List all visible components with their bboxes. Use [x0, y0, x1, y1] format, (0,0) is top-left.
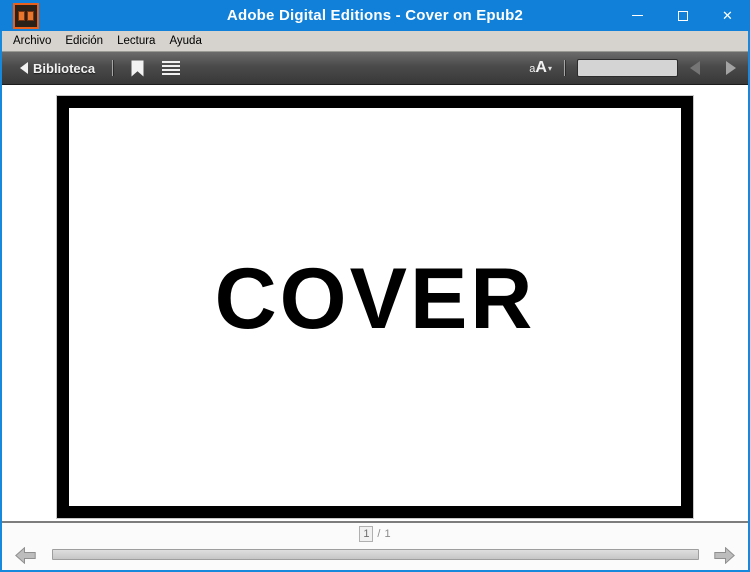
reading-pane: COVER [2, 85, 748, 521]
close-icon: ✕ [722, 8, 733, 23]
font-size-large-a: A [535, 59, 547, 76]
library-back-button[interactable]: Biblioteca [20, 61, 95, 76]
menu-archivo[interactable]: Archivo [6, 33, 58, 49]
menu-lectura[interactable]: Lectura [110, 33, 162, 49]
minimize-button[interactable] [615, 0, 660, 31]
book-cover-page: COVER [57, 96, 693, 518]
app-icon-glyph [27, 10, 34, 21]
app-icon [13, 2, 39, 29]
total-pages-label: 1 [384, 528, 391, 540]
page-separator: / [377, 528, 381, 540]
close-button[interactable]: ✕ [705, 0, 750, 31]
page-scrollbar-track[interactable] [52, 549, 699, 560]
search-input[interactable] [577, 59, 678, 77]
chevron-down-icon: ▾ [547, 64, 552, 73]
table-of-contents-button[interactable] [162, 61, 181, 75]
toolbar-separator [564, 60, 565, 76]
cover-title-text: COVER [214, 250, 536, 347]
page-indicator: / 1 [2, 526, 748, 542]
back-arrow-icon [20, 62, 28, 74]
reading-toolbar: Biblioteca a A ▾ [2, 52, 748, 85]
page-navigation-bar: / 1 [2, 523, 748, 570]
font-size-button[interactable]: a A ▾ [529, 59, 552, 77]
bookmark-icon [131, 60, 144, 76]
bookmark-button[interactable] [131, 60, 144, 77]
menu-edicion[interactable]: Edición [58, 33, 110, 49]
seek-row [2, 545, 748, 565]
maximize-button[interactable] [660, 0, 705, 31]
toc-icon [162, 61, 181, 63]
next-page-button[interactable] [714, 547, 735, 564]
previous-page-button[interactable] [15, 547, 36, 564]
toolbar-separator [112, 60, 114, 76]
title-bar: Adobe Digital Editions - Cover on Epub2 … [0, 0, 750, 31]
page-scrollbar-thumb[interactable] [53, 550, 698, 559]
menu-ayuda[interactable]: Ayuda [162, 33, 208, 49]
app-icon-glyph [18, 10, 25, 21]
search-previous-button[interactable] [690, 61, 700, 75]
window-controls: ✕ [615, 0, 750, 31]
maximize-icon [677, 10, 688, 21]
current-page-input[interactable] [359, 526, 374, 542]
library-back-label: Biblioteca [33, 60, 96, 76]
minimize-icon [632, 15, 643, 16]
search-next-button[interactable] [726, 61, 736, 75]
menu-bar: Archivo Edición Lectura Ayuda [2, 31, 748, 52]
ade-window: Adobe Digital Editions - Cover on Epub2 … [0, 0, 750, 572]
